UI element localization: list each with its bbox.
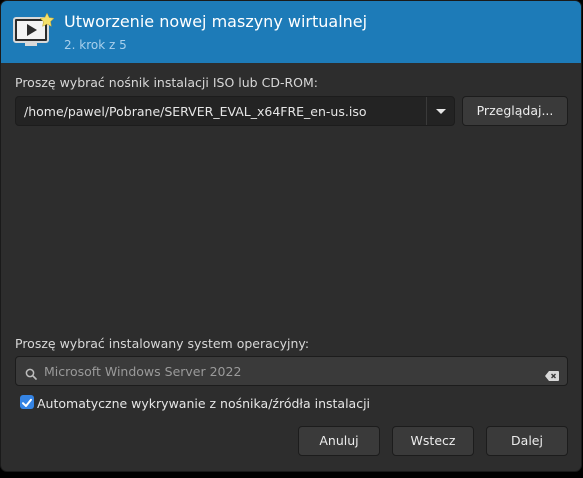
browse-button[interactable]: Przeglądaj... (462, 96, 568, 126)
search-icon (25, 365, 37, 380)
chevron-down-icon[interactable] (427, 97, 455, 125)
cancel-button[interactable]: Anuluj (298, 426, 380, 456)
autodetect-checkbox[interactable] (20, 395, 34, 409)
os-label: Proszę wybrać instalowany system operacy… (15, 336, 310, 351)
iso-label: Proszę wybrać nośnik instalacji ISO lub … (15, 75, 318, 90)
dialog-header: Utworzenie nowej maszyny wirtualnej 2. k… (1, 1, 581, 63)
autodetect-label[interactable]: Automatyczne wykrywanie z nośnika/źródła… (37, 396, 370, 411)
step-indicator: 2. krok z 5 (64, 38, 127, 52)
new-vm-dialog: Utworzenie nowej maszyny wirtualnej 2. k… (1, 1, 581, 471)
clear-icon[interactable] (545, 366, 559, 381)
dialog-title: Utworzenie nowej maszyny wirtualnej (64, 12, 368, 31)
checkmark-icon (22, 398, 32, 407)
computer-with-star-icon (11, 12, 55, 52)
iso-path-text[interactable]: /home/pawel/Pobrane/SERVER_EVAL_x64FRE_e… (24, 104, 366, 119)
os-search-value[interactable]: Microsoft Windows Server 2022 (44, 364, 241, 379)
back-button[interactable]: Wstecz (392, 426, 474, 456)
os-search-input[interactable]: Microsoft Windows Server 2022 (15, 356, 568, 386)
forward-button[interactable]: Dalej (486, 426, 568, 456)
iso-path-combobox[interactable]: /home/pawel/Pobrane/SERVER_EVAL_x64FRE_e… (15, 96, 455, 126)
